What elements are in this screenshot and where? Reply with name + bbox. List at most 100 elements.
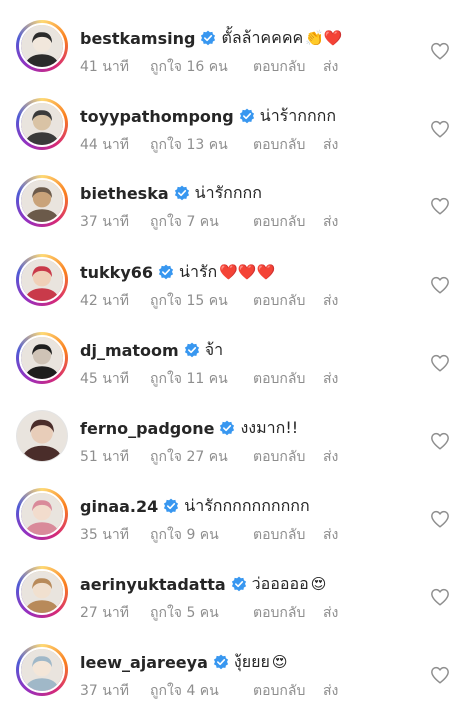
send-button[interactable]: ส่ง	[323, 680, 338, 702]
username-link[interactable]: tukky66	[80, 263, 153, 282]
story-ring[interactable]	[16, 254, 68, 306]
story-ring[interactable]	[16, 488, 68, 540]
send-button[interactable]: ส่ง	[323, 524, 338, 546]
verified-badge-icon	[184, 342, 200, 358]
reply-button[interactable]: ตอบกลับ	[253, 368, 323, 390]
verified-badge-icon	[239, 108, 255, 124]
likes-count-link[interactable]: ถูกใจ 16 คน	[150, 56, 253, 78]
comment-meta: 35 นาที ถูกใจ 9 คน ตอบกลับ ส่ง	[80, 526, 338, 544]
verified-badge-icon	[219, 420, 235, 436]
verified-badge-icon	[174, 185, 190, 201]
send-button[interactable]: ส่ง	[323, 368, 338, 390]
comment-time: 45 นาที	[80, 371, 129, 387]
send-button[interactable]: ส่ง	[323, 56, 338, 78]
comment-row: leew_ajareeya งุ้ยยย 😍 37 นาที ถูกใจ 4 ค…	[0, 644, 474, 722]
likes-count-link[interactable]: ถูกใจ 5 คน	[150, 602, 253, 624]
avatar[interactable]	[19, 491, 65, 537]
send-button[interactable]: ส่ง	[323, 211, 338, 233]
reply-button[interactable]: ตอบกลับ	[253, 446, 323, 468]
username-link[interactable]: aerinyuktadatta	[80, 575, 226, 594]
username-link[interactable]: leew_ajareeya	[80, 653, 208, 672]
comment-line: ginaa.24 น่ารักกกกกกกกกก	[80, 494, 312, 518]
comment-emoji: 👏❤️	[305, 29, 343, 47]
comment-text: น่าร้ากกกก	[259, 105, 336, 125]
username-link[interactable]: ginaa.24	[80, 497, 158, 516]
avatar[interactable]	[19, 257, 65, 303]
comment-line: bestkamsing ตั้ลล้าคคคค 👏❤️	[80, 26, 343, 50]
username-link[interactable]: ferno_padgone	[80, 419, 214, 438]
comment-line: tukky66 น่ารัก ❤️❤️❤️	[80, 260, 275, 284]
comment-time: 37 นาที	[80, 683, 129, 699]
avatar[interactable]	[19, 335, 65, 381]
avatar[interactable]	[19, 569, 65, 615]
reply-button[interactable]: ตอบกลับ	[253, 211, 323, 233]
username-link[interactable]: bietheska	[80, 184, 169, 203]
story-ring[interactable]	[16, 566, 68, 618]
like-heart-icon[interactable]	[430, 588, 450, 606]
likes-count-link[interactable]: ถูกใจ 4 คน	[150, 680, 253, 702]
comment-list: bestkamsing ตั้ลล้าคคคค 👏❤️ 41 นาที ถูกใ…	[0, 0, 474, 713]
story-ring[interactable]	[16, 98, 68, 150]
story-ring[interactable]	[16, 20, 68, 72]
username-link[interactable]: dj_matoom	[80, 341, 179, 360]
likes-count-link[interactable]: ถูกใจ 11 คน	[150, 368, 253, 390]
username-link[interactable]: toyypathompong	[80, 107, 234, 126]
like-heart-icon[interactable]	[430, 432, 450, 450]
comment-text: งงมาก!!	[240, 417, 299, 437]
comment-line: aerinyuktadatta ว่อออออ 😍	[80, 572, 326, 596]
story-ring[interactable]	[16, 175, 68, 227]
reply-button[interactable]: ตอบกลับ	[253, 524, 323, 546]
comment-line: dj_matoom จ้า	[80, 338, 225, 362]
comment-time: 41 นาที	[80, 59, 129, 75]
comment-time: 44 นาที	[80, 137, 129, 153]
comment-time: 37 นาที	[80, 214, 129, 230]
like-heart-icon[interactable]	[430, 42, 450, 60]
likes-count-link[interactable]: ถูกใจ 27 คน	[150, 446, 253, 468]
comment-text: น่ารักกกกกกกกกก	[184, 495, 310, 515]
send-button[interactable]: ส่ง	[323, 134, 338, 156]
comment-meta: 37 นาที ถูกใจ 7 คน ตอบกลับ ส่ง	[80, 213, 338, 231]
story-ring[interactable]	[16, 332, 68, 384]
story-ring[interactable]	[16, 644, 68, 696]
comment-time: 42 นาที	[80, 293, 129, 309]
send-button[interactable]: ส่ง	[323, 290, 338, 312]
comment-text: น่ารัก	[179, 261, 218, 281]
like-heart-icon[interactable]	[430, 276, 450, 294]
comment-meta: 37 นาที ถูกใจ 4 คน ตอบกลับ ส่ง	[80, 682, 338, 700]
avatar[interactable]	[19, 101, 65, 147]
story-ring[interactable]	[16, 410, 68, 462]
verified-badge-icon	[231, 576, 247, 592]
username-link[interactable]: bestkamsing	[80, 29, 195, 48]
comment-line: toyypathompong น่าร้ากกกก	[80, 104, 338, 128]
comment-time: 51 นาที	[80, 449, 129, 465]
comment-row: aerinyuktadatta ว่อออออ 😍 27 นาที ถูกใจ …	[0, 566, 474, 644]
avatar[interactable]	[19, 178, 65, 224]
like-heart-icon[interactable]	[430, 354, 450, 372]
comment-meta: 42 นาที ถูกใจ 15 คน ตอบกลับ ส่ง	[80, 292, 338, 310]
likes-count-link[interactable]: ถูกใจ 9 คน	[150, 524, 253, 546]
verified-badge-icon	[163, 498, 179, 514]
like-heart-icon[interactable]	[430, 197, 450, 215]
comment-row: tukky66 น่ารัก ❤️❤️❤️ 42 นาที ถูกใจ 15 ค…	[0, 254, 474, 332]
avatar[interactable]	[19, 23, 65, 69]
likes-count-link[interactable]: ถูกใจ 7 คน	[150, 211, 253, 233]
reply-button[interactable]: ตอบกลับ	[253, 56, 323, 78]
send-button[interactable]: ส่ง	[323, 602, 338, 624]
like-heart-icon[interactable]	[430, 120, 450, 138]
like-heart-icon[interactable]	[430, 666, 450, 684]
comment-row: bietheska น่ารักกกก 37 นาที ถูกใจ 7 คน ต…	[0, 175, 474, 253]
likes-count-link[interactable]: ถูกใจ 13 คน	[150, 134, 253, 156]
avatar[interactable]	[19, 647, 65, 693]
reply-button[interactable]: ตอบกลับ	[253, 602, 323, 624]
verified-badge-icon	[200, 30, 216, 46]
reply-button[interactable]: ตอบกลับ	[253, 680, 323, 702]
reply-button[interactable]: ตอบกลับ	[253, 134, 323, 156]
likes-count-link[interactable]: ถูกใจ 15 คน	[150, 290, 253, 312]
reply-button[interactable]: ตอบกลับ	[253, 290, 323, 312]
comment-text: ตั้ลล้าคคคค	[221, 27, 304, 47]
like-heart-icon[interactable]	[430, 510, 450, 528]
avatar[interactable]	[17, 411, 67, 461]
comment-meta: 51 นาที ถูกใจ 27 คน ตอบกลับ ส่ง	[80, 448, 338, 466]
comment-text: น่ารักกกก	[194, 182, 262, 202]
send-button[interactable]: ส่ง	[323, 446, 338, 468]
